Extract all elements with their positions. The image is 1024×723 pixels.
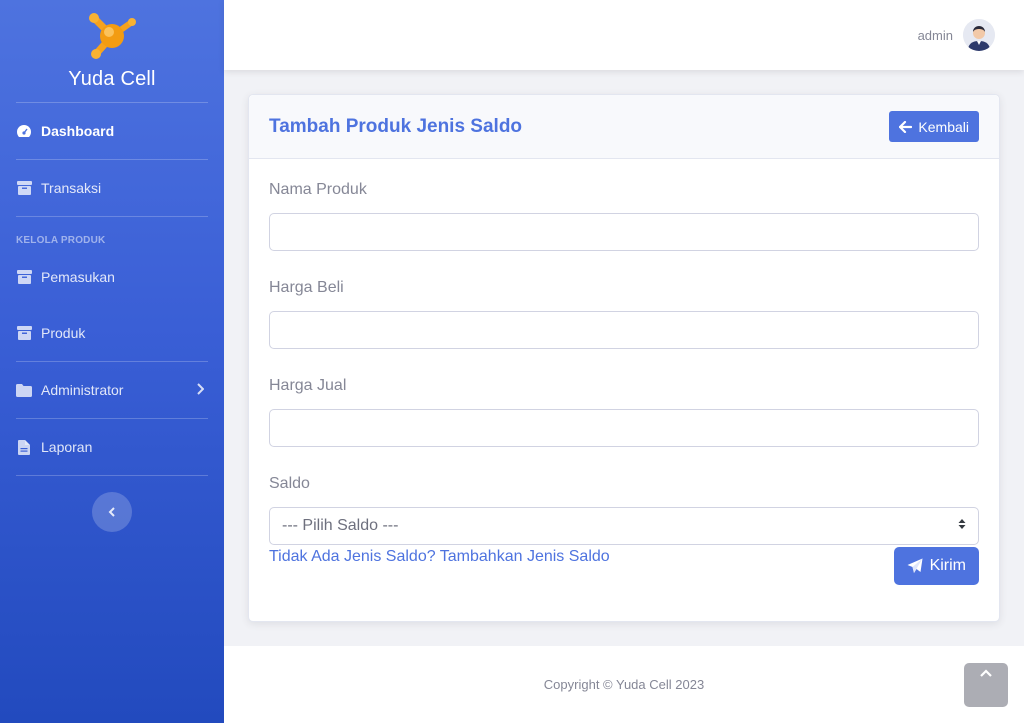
tachometer-icon xyxy=(16,123,32,139)
paper-plane-icon xyxy=(907,558,923,573)
molecule-logo-icon xyxy=(89,13,136,59)
sidebar-item-transaksi[interactable]: Transaksi xyxy=(0,160,224,216)
sidebar-item-label: Transaksi xyxy=(41,180,102,196)
submit-button-label: Kirim xyxy=(929,557,966,574)
sidebar-item-label: Produk xyxy=(41,325,86,341)
page-title: Tambah Produk Jenis Saldo xyxy=(269,115,523,137)
back-button-label: Kembali xyxy=(918,118,969,135)
folder-icon xyxy=(16,382,32,398)
sidebar-item-laporan[interactable]: Laporan xyxy=(0,419,224,475)
chevron-left-icon xyxy=(108,507,115,517)
form-card: Tambah Produk Jenis Saldo Kembali Nama P… xyxy=(248,94,1000,622)
back-button[interactable]: Kembali xyxy=(889,111,979,142)
sidebar-heading: KELOLA PRODUK xyxy=(16,235,106,246)
sort-caret-icon xyxy=(958,517,966,535)
sidebar-item-label: Laporan xyxy=(41,439,93,455)
user-dropdown[interactable]: admin xyxy=(918,19,995,51)
footer: Copyright © Yuda Cell 2023 xyxy=(224,646,1024,723)
sidebar-item-label: Dashboard xyxy=(41,123,115,139)
topbar: admin xyxy=(224,0,1024,70)
sidebar-toggle-button[interactable] xyxy=(92,492,132,532)
chevron-up-icon xyxy=(980,669,992,677)
harga-jual-label: Harga Jual xyxy=(269,377,347,394)
card-header: Tambah Produk Jenis Saldo Kembali xyxy=(249,95,999,159)
saldo-label: Saldo xyxy=(269,475,310,492)
sidebar-item-produk[interactable]: Produk xyxy=(0,305,224,361)
box-icon xyxy=(16,180,32,196)
sidebar-item-label: Administrator xyxy=(41,382,124,398)
user-name: admin xyxy=(917,27,953,43)
brand[interactable]: Yuda Cell xyxy=(0,0,224,102)
copyright-text: Copyright © Yuda Cell 2023 xyxy=(543,677,705,692)
harga-beli-label: Harga Beli xyxy=(269,279,344,296)
harga-jual-input[interactable] xyxy=(269,409,979,447)
box-icon xyxy=(16,325,32,341)
arrow-left-icon xyxy=(899,120,913,133)
card-body: Nama Produk Harga Beli Harga Jual Saldo … xyxy=(249,159,999,566)
brand-name: Yuda Cell xyxy=(68,68,156,90)
sidebar-item-pemasukan[interactable]: Pemasukan xyxy=(0,249,224,305)
harga-beli-input[interactable] xyxy=(269,311,979,349)
sidebar: Yuda Cell Dashboard Transaksi KELOLA PRO… xyxy=(0,0,224,723)
sidebar-item-dashboard[interactable]: Dashboard xyxy=(0,103,224,159)
saldo-select[interactable]: --- Pilih Saldo --- xyxy=(269,507,979,545)
nama-produk-label: Nama Produk xyxy=(269,181,367,198)
user-avatar xyxy=(963,19,995,51)
nama-produk-input[interactable] xyxy=(269,213,979,251)
submit-button[interactable]: Kirim xyxy=(893,547,979,585)
add-jenis-saldo-link[interactable]: Tidak Ada Jenis Saldo? Tambahkan Jenis S… xyxy=(269,548,610,566)
scroll-to-top-button[interactable] xyxy=(964,663,1008,707)
box-icon xyxy=(16,269,32,285)
chevron-right-icon xyxy=(196,382,205,398)
file-icon xyxy=(16,439,32,455)
sidebar-item-administrator[interactable]: Administrator xyxy=(0,362,224,418)
sidebar-divider xyxy=(16,475,208,476)
saldo-select-value: --- Pilih Saldo --- xyxy=(282,517,399,534)
sidebar-item-label: Pemasukan xyxy=(41,269,115,285)
